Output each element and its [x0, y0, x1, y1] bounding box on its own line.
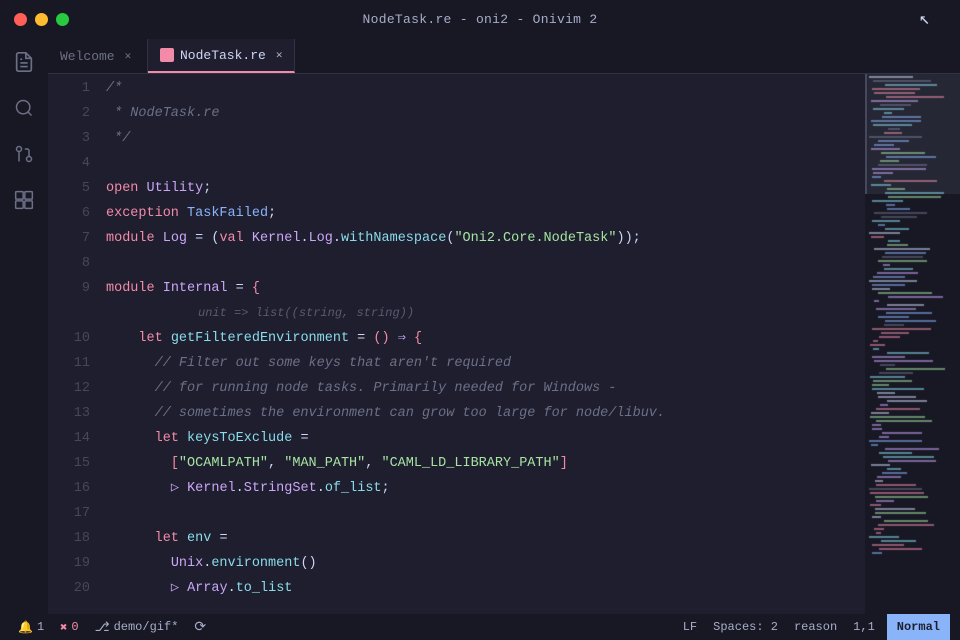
- titlebar: NodeTask.re - oni2 - Onivim 2 ↖: [0, 0, 960, 38]
- git-branch-icon: ⎇: [95, 620, 110, 635]
- tab-welcome-label: Welcome: [60, 49, 115, 64]
- lf-label: LF: [683, 620, 697, 634]
- code-editor[interactable]: /* * NodeTask.re */ open Utility ;: [98, 74, 865, 614]
- mode-badge: Normal: [887, 614, 950, 640]
- git-icon[interactable]: [10, 140, 38, 168]
- maximize-button[interactable]: [56, 13, 69, 26]
- tab-welcome[interactable]: Welcome ✕: [48, 39, 148, 73]
- error-count: 0: [71, 620, 78, 634]
- spaces-label: Spaces: 2: [713, 620, 778, 634]
- cursor-icon: ↖: [919, 8, 930, 30]
- error-icon: ✖: [60, 620, 67, 635]
- code-container: 1 2 3 4 5 6 7 8 9 · 10 11 12 13 14 15 16…: [48, 74, 960, 614]
- code-line-13: // sometimes the environment can grow to…: [106, 401, 865, 426]
- extensions-icon[interactable]: [10, 186, 38, 214]
- status-lf[interactable]: LF: [675, 614, 705, 640]
- code-line-8: [106, 251, 865, 276]
- status-bell[interactable]: 🔔 1: [10, 614, 52, 640]
- status-error[interactable]: ✖ 0: [52, 614, 86, 640]
- sync-icon: ⟳: [194, 619, 206, 636]
- close-button[interactable]: [14, 13, 27, 26]
- code-hint-line: unit => list((string, string)): [106, 301, 865, 326]
- reason-label: reason: [794, 620, 837, 634]
- status-branch[interactable]: ⎇ demo/gif*: [87, 614, 187, 640]
- code-line-19: Unix . environment (): [106, 551, 865, 576]
- minimize-button[interactable]: [35, 13, 48, 26]
- status-sync[interactable]: ⟳: [186, 614, 214, 640]
- minimap: [865, 74, 960, 614]
- main-layout: Welcome ✕ NodeTask.re ✕ 1 2 3 4 5 6 7 8 …: [0, 38, 960, 614]
- code-line-20: ▷ Array . to_list: [106, 576, 865, 601]
- status-spaces[interactable]: Spaces: 2: [705, 614, 786, 640]
- tab-nodetask[interactable]: NodeTask.re ✕: [148, 39, 295, 73]
- window-controls: [14, 13, 69, 26]
- activity-bar: [0, 38, 48, 614]
- editor-area: Welcome ✕ NodeTask.re ✕ 1 2 3 4 5 6 7 8 …: [48, 38, 960, 614]
- code-line-17: [106, 501, 865, 526]
- code-line-4: [106, 151, 865, 176]
- window-title: NodeTask.re - oni2 - Onivim 2: [363, 12, 598, 27]
- tab-nodetask-label: NodeTask.re: [180, 48, 266, 63]
- code-line-2: * NodeTask.re: [106, 101, 865, 126]
- status-position: 1,1: [845, 614, 883, 640]
- code-line-11: // Filter out some keys that aren't requ…: [106, 351, 865, 376]
- tab-nodetask-icon: [160, 48, 174, 62]
- code-line-15: [ "OCAMLPATH" , "MAN_PATH" , "CAML_LD_LI…: [106, 451, 865, 476]
- tab-welcome-close[interactable]: ✕: [125, 49, 132, 63]
- tab-nodetask-close[interactable]: ✕: [276, 48, 283, 62]
- bell-icon: 🔔: [18, 620, 33, 635]
- position-label: 1,1: [853, 620, 875, 634]
- tab-bar: Welcome ✕ NodeTask.re ✕: [48, 38, 960, 74]
- code-line-5: open Utility ;: [106, 176, 865, 201]
- bell-count: 1: [37, 620, 44, 634]
- code-line-10: let getFilteredEnvironment = () ⇒ {: [106, 326, 865, 351]
- code-line-12: // for running node tasks. Primarily nee…: [106, 376, 865, 401]
- minimap-viewport: [865, 74, 960, 194]
- status-reason[interactable]: reason: [786, 614, 845, 640]
- code-line-16: ▷ Kernel . StringSet . of_list ;: [106, 476, 865, 501]
- code-line-7: module Log = ( val Kernel . Log . withNa…: [106, 226, 865, 251]
- code-line-14: let keysToExclude =: [106, 426, 865, 451]
- code-line-3: */: [106, 126, 865, 151]
- search-icon[interactable]: [10, 94, 38, 122]
- code-line-6: exception TaskFailed ;: [106, 201, 865, 226]
- code-line-1: /*: [106, 76, 865, 101]
- code-line-18: let env =: [106, 526, 865, 551]
- branch-name: demo/gif*: [114, 620, 179, 634]
- files-icon[interactable]: [10, 48, 38, 76]
- line-numbers: 1 2 3 4 5 6 7 8 9 · 10 11 12 13 14 15 16…: [48, 74, 98, 614]
- status-bar: 🔔 1 ✖ 0 ⎇ demo/gif* ⟳ LF Spaces: 2 reaso…: [0, 614, 960, 640]
